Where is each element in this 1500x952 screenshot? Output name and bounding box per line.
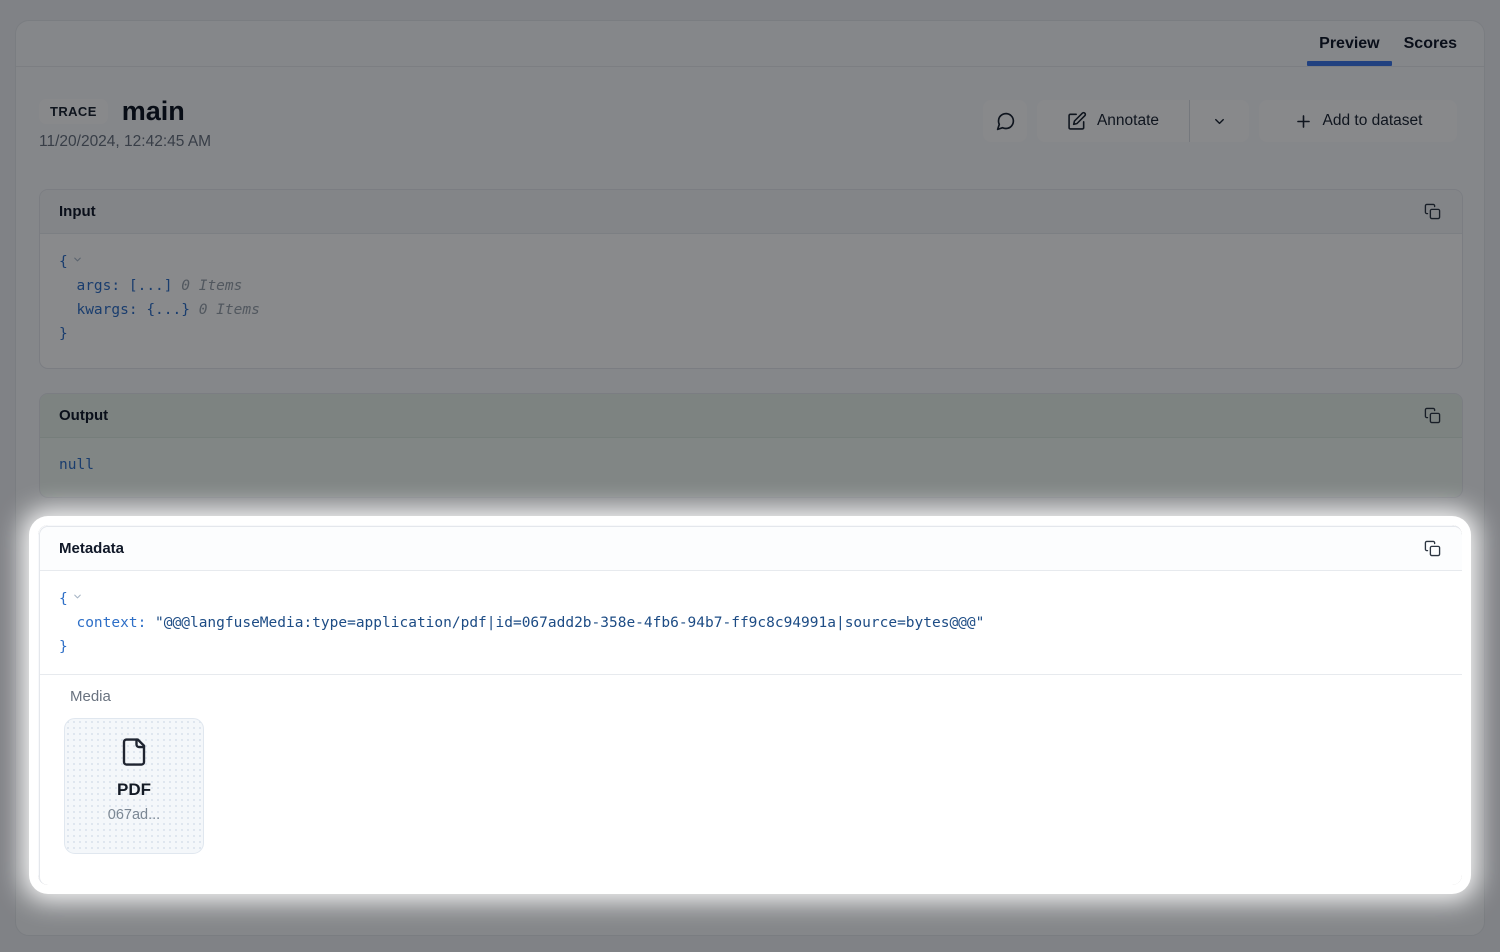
trace-header: TRACE main 11/20/2024, 12:42:45 AM bbox=[39, 96, 211, 151]
metadata-json-viewer: { context "@@@langfuseMedia:type=applica… bbox=[40, 571, 1462, 674]
json-open-brace: { bbox=[59, 254, 68, 270]
trace-detail-card: Preview Scores TRACE main 11/20/2024, 12… bbox=[15, 20, 1485, 936]
json-key: kwargs bbox=[76, 302, 137, 318]
output-null-value: null bbox=[59, 457, 94, 473]
annotate-dropdown-toggle[interactable] bbox=[1190, 100, 1249, 142]
media-section: Media PDF 067ad... bbox=[40, 674, 1462, 854]
copy-icon bbox=[1424, 203, 1441, 220]
json-close-brace: } bbox=[59, 639, 68, 655]
pen-square-icon bbox=[1067, 111, 1087, 131]
media-file-type: PDF bbox=[117, 780, 151, 800]
expand-chevron-icon[interactable] bbox=[72, 586, 83, 610]
copy-output-button[interactable] bbox=[1422, 405, 1443, 426]
tab-scores-label: Scores bbox=[1404, 35, 1457, 53]
expand-chevron-icon[interactable] bbox=[72, 249, 83, 273]
metadata-panel-title: Metadata bbox=[59, 540, 124, 557]
tab-preview-label: Preview bbox=[1319, 35, 1379, 53]
json-item-count: 0 Items bbox=[181, 278, 242, 294]
json-collapsed-value: {...} bbox=[146, 302, 190, 318]
trace-timestamp: 11/20/2024, 12:42:45 AM bbox=[39, 133, 211, 151]
json-key: args bbox=[76, 278, 120, 294]
copy-metadata-button[interactable] bbox=[1422, 538, 1443, 559]
media-file-id: 067ad... bbox=[108, 807, 160, 823]
plus-icon bbox=[1294, 112, 1313, 131]
trace-actions: Annotate Add to dataset bbox=[983, 100, 1457, 142]
tab-preview[interactable]: Preview bbox=[1307, 21, 1391, 66]
copy-input-button[interactable] bbox=[1422, 201, 1443, 222]
page-title: main bbox=[122, 96, 185, 127]
annotate-button[interactable]: Annotate bbox=[1037, 100, 1189, 142]
tab-scores[interactable]: Scores bbox=[1392, 21, 1469, 66]
file-icon bbox=[119, 735, 149, 769]
view-tabbar: Preview Scores bbox=[16, 21, 1484, 67]
chevron-down-icon bbox=[1212, 114, 1227, 129]
output-json-viewer: null bbox=[40, 438, 1462, 492]
metadata-panel: Metadata { context "@@@langfuseMedia:typ… bbox=[39, 526, 1463, 886]
media-pdf-card[interactable]: PDF 067ad... bbox=[64, 718, 204, 854]
active-tab-underline bbox=[1307, 61, 1391, 66]
json-open-brace: { bbox=[59, 591, 68, 607]
json-close-brace: } bbox=[59, 326, 68, 342]
input-panel: Input { args [...] 0 Items kwargs {...} … bbox=[39, 189, 1463, 369]
media-section-label: Media bbox=[70, 688, 1443, 705]
json-key: context bbox=[76, 615, 146, 631]
add-to-dataset-button[interactable]: Add to dataset bbox=[1259, 100, 1457, 142]
output-panel-title: Output bbox=[59, 407, 108, 424]
json-item-count: 0 Items bbox=[199, 302, 260, 318]
add-to-dataset-label: Add to dataset bbox=[1323, 112, 1423, 130]
annotate-button-label: Annotate bbox=[1097, 112, 1159, 130]
json-collapsed-value: [...] bbox=[129, 278, 173, 294]
input-json-viewer: { args [...] 0 Items kwargs {...} 0 Item… bbox=[40, 234, 1462, 361]
annotate-split-button: Annotate bbox=[1037, 100, 1249, 142]
copy-icon bbox=[1424, 407, 1441, 424]
copy-icon bbox=[1424, 540, 1441, 557]
trace-type-badge: TRACE bbox=[39, 99, 108, 124]
output-panel: Output null bbox=[39, 393, 1463, 498]
comment-button[interactable] bbox=[983, 100, 1027, 142]
input-panel-title: Input bbox=[59, 203, 96, 220]
message-circle-icon bbox=[995, 111, 1016, 132]
json-string-value: "@@@langfuseMedia:type=application/pdf|i… bbox=[155, 615, 984, 631]
